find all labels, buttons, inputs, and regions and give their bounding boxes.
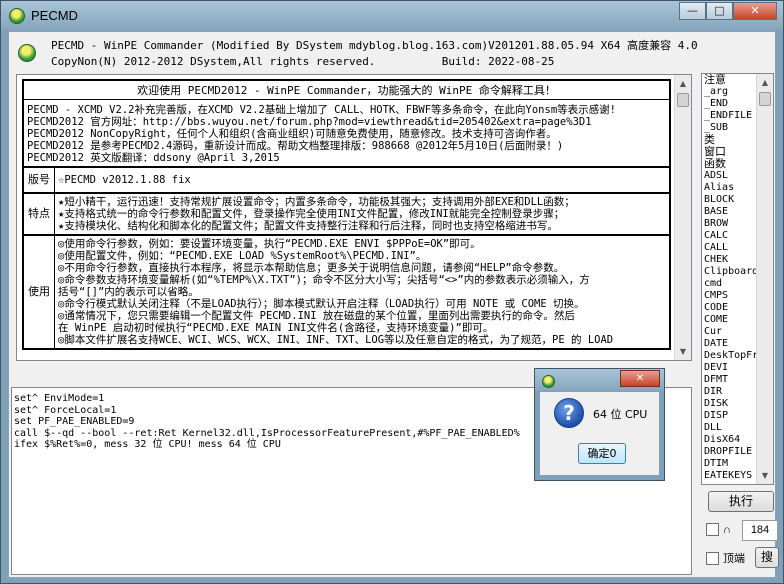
client-area: PECMD - WinPE Commander (Modified By DSy…	[8, 31, 779, 578]
usage-label: 使用	[24, 236, 55, 348]
checkbox-row-2: 顶端	[706, 550, 745, 566]
window-title: PECMD	[31, 8, 78, 23]
command-list[interactable]: 注意 _arg _END _ENDFILE _SUB 类窗口 函数 ADSL Alias BLOC…	[701, 73, 774, 485]
usage-row: 使用 ◎使用命令行参数，例如：要设置环境变量，执行“PECMD.EXE ENVI…	[22, 236, 671, 350]
dialog-close-button[interactable]: ✕	[620, 370, 660, 387]
close-button[interactable]: ✕	[733, 2, 777, 20]
minimize-button[interactable]: —	[679, 2, 706, 20]
topmost-checkbox-label: 顶端	[723, 553, 745, 565]
app-logo-icon	[9, 8, 25, 24]
search-button[interactable]: 搜	[755, 547, 779, 568]
header-product-line: PECMD - WinPE Commander (Modified By DSy…	[51, 39, 698, 52]
checkbox-row-1: ∩	[706, 523, 731, 536]
command-list-scrollbar[interactable]: ▲ ▼	[756, 74, 773, 484]
intro-line: PECMD - XCMD V2.2补充完善版，在XCMD V2.2基础上增加了 …	[27, 104, 616, 116]
help-document: 欢迎使用 PECMD2012 - WinPE Commander，功能强大的 W…	[22, 79, 671, 350]
maximize-button[interactable]: □	[706, 2, 733, 20]
option-checkbox[interactable]	[706, 523, 719, 536]
scroll-up-icon[interactable]: ▲	[675, 75, 691, 92]
main-window: PECMD — □ ✕ PECMD - WinPE Commander (Mod…	[0, 0, 784, 584]
app-header: PECMD - WinPE Commander (Modified By DSy…	[9, 32, 775, 72]
doc-title: 欢迎使用 PECMD2012 - WinPE Commander，功能强大的 W…	[22, 79, 671, 100]
usage-line: ◎不用命令行参数，直接执行本程序，将显示本帮助信息；更多关于说明信息问题，请参阅…	[58, 262, 565, 274]
intro-line: PECMD2012 NonCopyRight，任何个人和组织(含商业组织)可随意…	[27, 128, 557, 140]
usage-line: 在 WinPE 启动初时候执行“PECMD.EXE MAIN INI文件名(含路…	[58, 322, 494, 334]
usage-line: ◎命令行模式默认关闭注释（不是LOAD执行）；脚本模式默认开启注释（LOAD执行…	[58, 298, 585, 310]
features-row: 特点 ★短小精干，运行迅速！支持常规扩展设置命令；内置多条命令，功能极其强大；支…	[22, 194, 671, 236]
header-copyright-line: CopyNon(N) 2012-2012 DSystem,All rights …	[51, 55, 555, 68]
doc-scrollbar[interactable]: ▲ ▼	[674, 75, 691, 360]
scroll-thumb[interactable]	[677, 93, 689, 107]
question-icon: ?	[554, 398, 584, 428]
header-logo-icon	[18, 44, 36, 62]
usage-line: 括号“[]”内的表示可以省略。	[58, 286, 199, 298]
feature-line: ★支持模块化、结构化和脚本化的配置文件；配置文件支持整行注释和行后注释，同时也支…	[58, 220, 558, 232]
usage-line: ◎通常情况下，您只需要编辑一个配置文件 PECMD.INI 放在磁盘的某个位置，…	[58, 310, 575, 322]
usage-content: ◎使用命令行参数，例如：要设置环境变量，执行“PECMD.EXE ENVI $P…	[55, 236, 669, 348]
scroll-down-icon[interactable]: ▼	[757, 467, 773, 484]
scroll-down-icon[interactable]: ▼	[675, 343, 691, 360]
feature-line: ★支持格式统一的命令行参数和配置文件，登录操作完全使用INI文件配置，修改INI…	[58, 208, 565, 220]
intro-line: PECMD2012 英文版翻译：ddsony @April 3,2015	[27, 152, 280, 164]
features-content: ★短小精干，运行迅速！支持常规扩展设置命令；内置多条命令，功能极其强大；支持调用…	[55, 194, 669, 234]
intro-line: PECMD2012 是参考PECMD2.4源码，重新设计而成。帮助文档整理排版：…	[27, 140, 564, 152]
scroll-up-icon[interactable]: ▲	[757, 74, 773, 91]
caption-buttons: — □ ✕	[679, 2, 777, 20]
help-document-panel[interactable]: 欢迎使用 PECMD2012 - WinPE Commander，功能强大的 W…	[16, 74, 692, 361]
dialog-ok-button[interactable]: 确定0	[578, 443, 626, 464]
message-dialog: ✕ ? 64 位 CPU 确定0	[534, 368, 665, 481]
version-label: 版号	[24, 168, 55, 192]
usage-line: ◎使用配置文件，例如：“PECMD.EXE LOAD %SystemRoot%\…	[58, 250, 427, 262]
version-text: ☆PECMD v2012.1.88 fix	[58, 174, 191, 186]
feature-line: ★短小精干，运行迅速！支持常规扩展设置命令；内置多条命令，功能极其强大；支持调用…	[58, 196, 575, 208]
dialog-body: ? 64 位 CPU 确定0	[540, 392, 659, 475]
number-input[interactable]: 184	[742, 520, 778, 541]
scroll-thumb[interactable]	[759, 92, 771, 106]
usage-line: ◎脚本文件扩展名支持WCE、WCI、WCS、WCX、INI、INF、TXT、LO…	[58, 334, 614, 346]
option-checkbox-label: ∩	[723, 523, 731, 536]
title-bar[interactable]: PECMD — □ ✕	[1, 1, 783, 30]
topmost-checkbox[interactable]	[706, 551, 719, 565]
run-button[interactable]: 执行	[708, 491, 774, 512]
usage-line: ◎使用命令行参数，例如：要设置环境变量，执行“PECMD.EXE ENVI $P…	[58, 238, 481, 250]
usage-line: ◎命令参数支持环境变量解析(如“%TEMP%\X.TXT”)；命令不区分大小写；…	[58, 274, 590, 286]
features-label: 特点	[24, 194, 55, 234]
dialog-message: 64 位 CPU	[593, 408, 648, 421]
intro-line: PECMD2012 官方网址：http://bbs.wuyou.net/foru…	[27, 116, 592, 128]
dialog-title-bar[interactable]: ✕	[535, 369, 664, 391]
version-row: 版号 ☆PECMD v2012.1.88 fix	[22, 168, 671, 194]
doc-intro: PECMD - XCMD V2.2补充完善版，在XCMD V2.2基础上增加了 …	[22, 100, 671, 168]
dialog-app-icon	[542, 375, 555, 388]
